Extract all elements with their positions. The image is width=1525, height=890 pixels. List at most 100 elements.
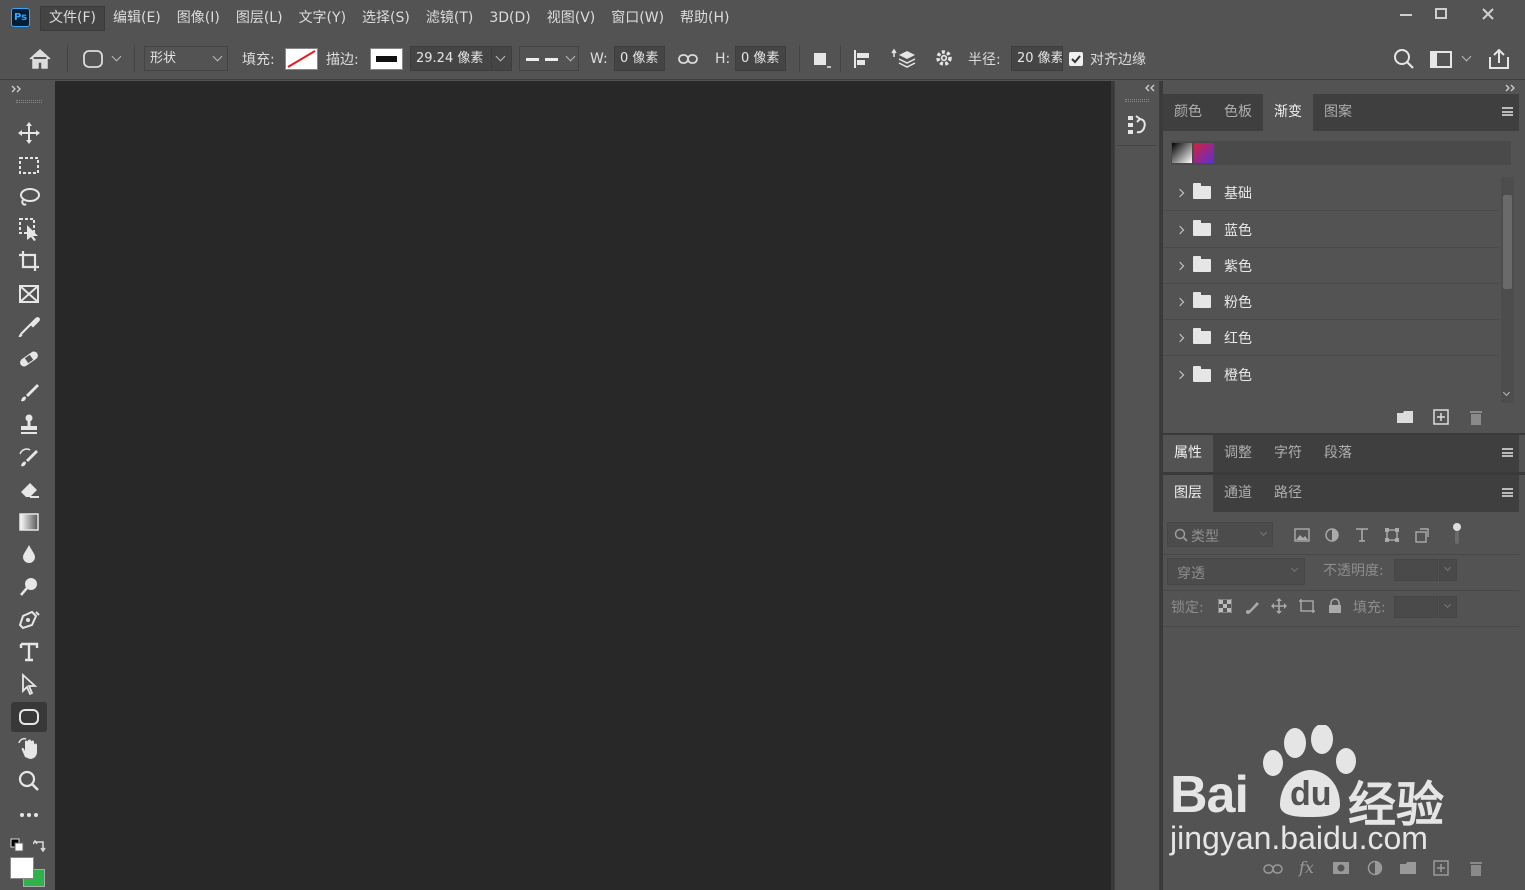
edit-toolbar-button[interactable]	[11, 800, 47, 830]
panel-menu-icon[interactable]	[1502, 448, 1513, 457]
close-button[interactable]	[1468, 0, 1508, 28]
lock-all-icon[interactable]	[1328, 598, 1342, 614]
filter-type-layers-icon[interactable]	[1354, 527, 1370, 543]
frame-tool[interactable]	[11, 279, 47, 309]
rounded-rectangle-tool[interactable]	[11, 702, 47, 732]
eyedropper-tool[interactable]	[11, 311, 47, 341]
zoom-tool[interactable]	[11, 766, 47, 796]
tab-character[interactable]: 字符	[1263, 435, 1313, 472]
pen-tool[interactable]	[11, 604, 47, 634]
hand-tool[interactable]	[11, 734, 47, 764]
menu-filter[interactable]: 滤镜(T)	[418, 6, 481, 31]
document-canvas-area[interactable]	[55, 81, 1111, 890]
brush-tool[interactable]	[11, 377, 47, 407]
radius-input[interactable]: 20 像素	[1011, 37, 1063, 80]
filter-adjustment-layers-icon[interactable]	[1324, 527, 1340, 543]
lasso-tool[interactable]	[11, 182, 47, 212]
new-gradient-button[interactable]	[1429, 407, 1453, 427]
gradient-tool[interactable]	[11, 507, 47, 537]
swap-colors-icon[interactable]	[33, 838, 47, 852]
gradient-group[interactable]: 橙色	[1163, 357, 1499, 393]
foreground-color-swatch[interactable]	[10, 857, 34, 879]
object-selection-tool[interactable]	[11, 214, 47, 244]
menu-3d[interactable]: 3D(D)	[481, 6, 538, 31]
type-tool[interactable]	[11, 637, 47, 667]
height-input[interactable]: 0 像素	[735, 37, 786, 80]
fill-dropdown[interactable]	[1439, 596, 1457, 618]
menu-help[interactable]: 帮助(H)	[672, 6, 737, 31]
workspace-switcher[interactable]	[1429, 37, 1472, 80]
dodge-tool[interactable]	[11, 572, 47, 602]
history-panel-button[interactable]	[1121, 109, 1153, 141]
share-button[interactable]	[1487, 37, 1511, 80]
lock-image-pixels-icon[interactable]	[1245, 598, 1261, 614]
filter-shape-layers-icon[interactable]	[1384, 527, 1400, 543]
move-tool[interactable]	[11, 118, 47, 148]
width-input[interactable]: 0 像素	[614, 37, 665, 80]
new-group-button[interactable]	[1393, 407, 1417, 427]
tab-layers[interactable]: 图层	[1163, 475, 1213, 512]
menu-image[interactable]: 图像(I)	[169, 6, 228, 31]
tab-swatches[interactable]: 色板	[1213, 94, 1263, 131]
delete-gradient-button[interactable]	[1464, 407, 1488, 427]
lock-transparent-pixels-icon[interactable]	[1218, 599, 1232, 613]
tab-channels[interactable]: 通道	[1213, 475, 1263, 512]
panel-menu-icon[interactable]	[1502, 107, 1513, 116]
lock-position-icon[interactable]	[1271, 598, 1287, 614]
tab-properties[interactable]: 属性	[1163, 435, 1213, 472]
menu-file[interactable]: 文件(F)	[40, 6, 105, 31]
gradient-swatch-black-white[interactable]	[1172, 143, 1192, 163]
gradient-group[interactable]: 蓝色	[1163, 212, 1499, 248]
clone-stamp-tool[interactable]	[11, 409, 47, 439]
path-alignment-button[interactable]	[851, 37, 873, 80]
menu-view[interactable]: 视图(V)	[539, 6, 604, 31]
filter-smart-objects-icon[interactable]	[1414, 527, 1430, 543]
filter-toggle-icon[interactable]	[1451, 522, 1463, 546]
default-colors-icon[interactable]	[10, 838, 24, 852]
opacity-input[interactable]	[1394, 559, 1438, 581]
stroke-type-select[interactable]	[519, 37, 579, 80]
mode-select[interactable]: 形状	[144, 37, 228, 80]
menu-layer[interactable]: 图层(L)	[228, 6, 291, 31]
path-arrangement-button[interactable]	[891, 37, 917, 80]
stroke-width-input[interactable]: 29.24 像素	[410, 37, 512, 80]
home-button[interactable]	[28, 37, 52, 80]
path-selection-tool[interactable]	[11, 669, 47, 699]
tab-color[interactable]: 颜色	[1163, 94, 1213, 131]
tool-preset-picker[interactable]	[82, 37, 122, 80]
chevron-down-icon[interactable]	[1502, 388, 1511, 397]
minimize-button[interactable]	[1386, 0, 1426, 28]
healing-brush-tool[interactable]	[11, 344, 47, 374]
panel-menu-icon[interactable]	[1502, 488, 1513, 497]
menu-type[interactable]: 文字(Y)	[291, 6, 354, 31]
gradient-swatch-red-blue[interactable]	[1194, 143, 1214, 163]
align-edges-checkbox[interactable]: 对齐边缘	[1068, 37, 1146, 80]
blend-mode-select[interactable]: 穿透	[1167, 558, 1305, 585]
menu-window[interactable]: 窗口(W)	[603, 6, 672, 31]
path-operations-button[interactable]	[811, 37, 833, 80]
scrollbar-track[interactable]	[1501, 177, 1514, 403]
filter-pixel-layers-icon[interactable]	[1294, 528, 1310, 542]
tab-paragraph[interactable]: 段落	[1313, 435, 1363, 472]
tab-gradients[interactable]: 渐变	[1263, 94, 1313, 131]
tab-adjustments[interactable]: 调整	[1213, 435, 1263, 472]
stroke-width-dropdown[interactable]	[492, 46, 512, 71]
gradient-group[interactable]: 粉色	[1163, 284, 1499, 320]
layer-filter-select[interactable]: 类型	[1167, 522, 1273, 547]
marquee-tool[interactable]	[11, 150, 47, 180]
collapse-panel-icon[interactable]	[11, 85, 23, 93]
link-dimensions-button[interactable]	[678, 37, 698, 80]
delete-layer-icon[interactable]	[1469, 860, 1483, 876]
menu-select[interactable]: 选择(S)	[354, 6, 418, 31]
tab-paths[interactable]: 路径	[1263, 475, 1313, 512]
eraser-tool[interactable]	[11, 474, 47, 504]
stroke-swatch[interactable]	[370, 37, 403, 80]
gradient-group[interactable]: 紫色	[1163, 248, 1499, 284]
lock-artboard-icon[interactable]	[1298, 598, 1316, 614]
geometry-options-button[interactable]	[933, 37, 957, 80]
blur-tool[interactable]	[11, 539, 47, 569]
tab-patterns[interactable]: 图案	[1313, 94, 1363, 131]
expand-panels-icon[interactable]	[1144, 84, 1156, 92]
gradient-group[interactable]: 基础	[1163, 175, 1499, 211]
menu-edit[interactable]: 编辑(E)	[105, 6, 169, 31]
